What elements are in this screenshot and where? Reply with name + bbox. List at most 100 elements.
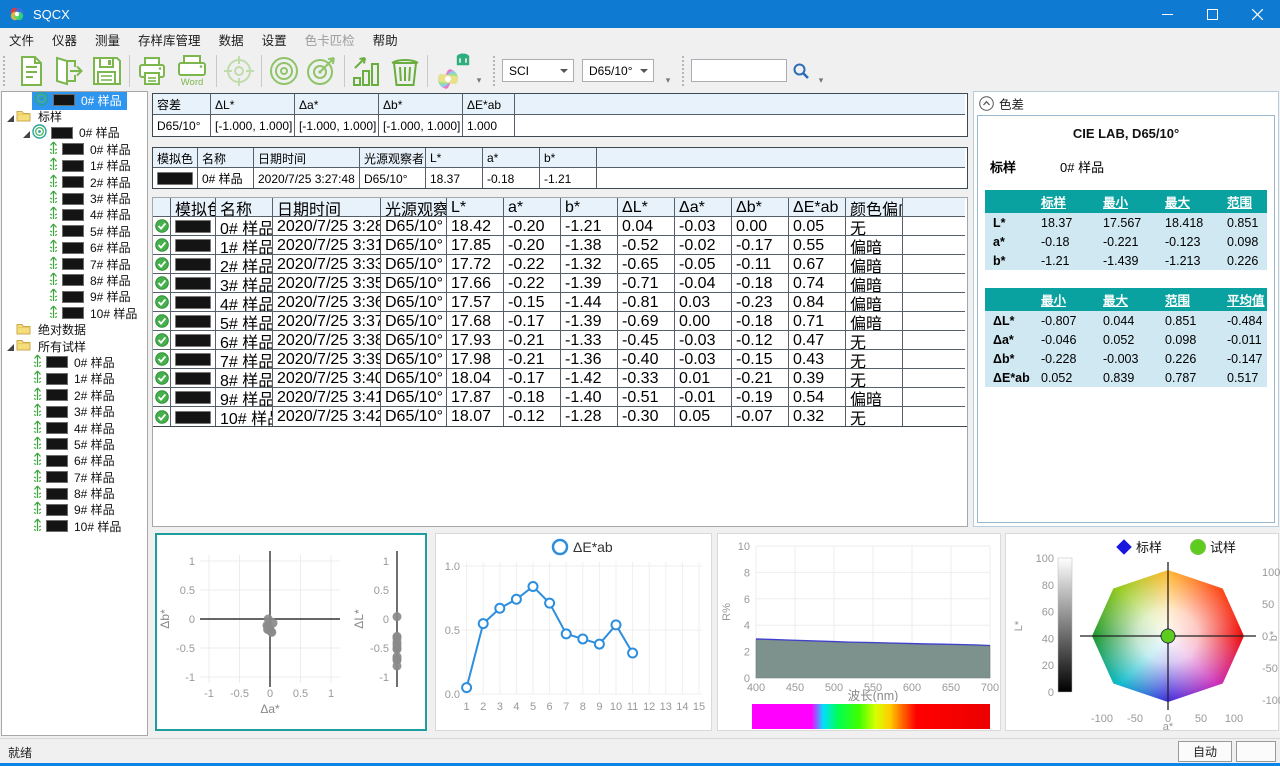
tree-item[interactable]: 所有试样 xyxy=(2,338,147,354)
tree-item[interactable]: 0# 样品 xyxy=(2,125,147,141)
tree-item[interactable]: 0# 样品 xyxy=(2,354,147,370)
tree-expander-icon[interactable] xyxy=(6,112,16,122)
tree-item[interactable]: 1# 样品 xyxy=(2,158,147,174)
sci-combo[interactable]: SCI xyxy=(502,59,574,82)
colorwheel-chart[interactable]: 标样试样100806040200L*-100-50050100a*100500-… xyxy=(1005,533,1279,731)
tree-item[interactable]: 9# 样品 xyxy=(2,289,147,305)
toolbar-overflow-icon[interactable]: ▾ xyxy=(815,52,827,90)
tree-item[interactable]: 2# 样品 xyxy=(2,387,147,403)
close-button[interactable] xyxy=(1235,0,1280,28)
arrow-icon xyxy=(32,370,44,387)
minimize-button[interactable] xyxy=(1145,0,1190,28)
export-button[interactable] xyxy=(50,52,88,90)
tree-item[interactable]: 0# 样品 xyxy=(2,92,147,108)
table-cell: -1.33 xyxy=(561,331,618,350)
illuminant-combo[interactable]: D65/10° xyxy=(582,59,654,82)
menu-item-帮助[interactable]: 帮助 xyxy=(364,28,407,51)
toolbar-grip[interactable] xyxy=(682,56,688,86)
column-header: 颜色偏向 xyxy=(846,198,903,217)
svg-text:Δb*: Δb* xyxy=(158,609,172,629)
tree-item[interactable]: 8# 样品 xyxy=(2,272,147,288)
auto-button[interactable]: 自动 xyxy=(1178,741,1232,762)
menu-item-测量[interactable]: 测量 xyxy=(86,28,129,51)
toolbar-grip[interactable] xyxy=(3,56,9,86)
menu-item-仪器[interactable]: 仪器 xyxy=(43,28,86,51)
tree-expander-icon[interactable] xyxy=(22,128,32,138)
tree-item[interactable]: 4# 样品 xyxy=(2,207,147,223)
svg-text:-1: -1 xyxy=(185,672,195,684)
bullseye-icon xyxy=(34,91,51,109)
search-button[interactable] xyxy=(787,52,815,90)
menu-item-数据[interactable]: 数据 xyxy=(210,28,253,51)
svg-text:-0.5: -0.5 xyxy=(176,643,195,655)
print-button[interactable] xyxy=(133,52,171,90)
tree-item[interactable]: 10# 样品 xyxy=(2,518,147,534)
table-cell: -0.40 xyxy=(618,350,675,369)
table-cell: -0.30 xyxy=(618,407,675,426)
print-word-button[interactable]: Word xyxy=(171,52,213,90)
tolerance-value: D65/10° xyxy=(153,115,211,136)
new-document-button[interactable] xyxy=(12,52,50,90)
stats-value: 0.839 xyxy=(1095,368,1157,387)
tree-item[interactable]: 0# 样品 xyxy=(2,141,147,157)
tree-item[interactable]: 3# 样品 xyxy=(2,403,147,419)
chart-button[interactable] xyxy=(348,52,386,90)
stats-value: -1.439 xyxy=(1095,251,1157,270)
spectral-chart[interactable]: 0246810400450500550600650700波长(nm)R% xyxy=(717,533,1001,731)
table-cell: -0.21 xyxy=(504,331,561,350)
stats-value: a* xyxy=(985,232,1033,251)
sample-swatch xyxy=(171,388,216,407)
sample-name: 0# 样品 xyxy=(216,217,273,236)
standard-table: 模拟色名称日期时间光源观察者L*a*b*0# 样品2020/7/25 3:27:… xyxy=(152,147,968,189)
tree-item[interactable]: 6# 样品 xyxy=(2,240,147,256)
tree-item[interactable]: 7# 样品 xyxy=(2,469,147,485)
tree-item[interactable]: 10# 样品 xyxy=(2,305,147,321)
tree-item[interactable]: 5# 样品 xyxy=(2,223,147,239)
svg-text:450: 450 xyxy=(786,682,804,694)
tree-item[interactable]: 8# 样品 xyxy=(2,485,147,501)
tree-item[interactable]: 3# 样品 xyxy=(2,190,147,206)
arrow-icon xyxy=(32,436,44,453)
statusbar: 就绪 自动 xyxy=(0,738,1280,763)
maximize-button[interactable] xyxy=(1190,0,1235,28)
deltae-trend-chart[interactable]: ΔE*ab1234567891011121314150.00.51.0 xyxy=(435,533,712,731)
toolbar-separator xyxy=(129,55,130,87)
arrow-icon xyxy=(32,387,44,404)
menu-item-设置[interactable]: 设置 xyxy=(253,28,296,51)
sample-illuminant: D65/10° xyxy=(381,255,447,274)
tree-item[interactable]: 1# 样品 xyxy=(2,371,147,387)
menu-item-存样库管理[interactable]: 存样库管理 xyxy=(129,28,210,51)
tree-item[interactable]: 绝对数据 xyxy=(2,321,147,337)
color-card-button[interactable] xyxy=(431,52,473,90)
svg-text:0: 0 xyxy=(267,688,273,700)
measure-target-button[interactable] xyxy=(303,52,341,90)
tree-item[interactable]: 4# 样品 xyxy=(2,420,147,436)
statusbar-blank-button[interactable] xyxy=(1236,741,1276,762)
table-cell: -1.44 xyxy=(561,293,618,312)
save-button[interactable] xyxy=(88,52,126,90)
search-input[interactable] xyxy=(691,59,787,82)
tree-item[interactable]: 5# 样品 xyxy=(2,436,147,452)
toolbar-overflow-icon[interactable]: ▾ xyxy=(662,52,674,90)
tree-item[interactable]: 2# 样品 xyxy=(2,174,147,190)
tree-item[interactable]: 6# 样品 xyxy=(2,453,147,469)
toolbar-overflow-icon[interactable]: ▾ xyxy=(473,52,485,90)
svg-text:14: 14 xyxy=(676,701,688,713)
collapse-chevron-icon[interactable] xyxy=(979,96,994,111)
tree-expander-icon xyxy=(22,95,32,105)
table-cell: -0.20 xyxy=(504,217,561,236)
toolbar-grip[interactable] xyxy=(493,56,499,86)
tree-item[interactable]: 7# 样品 xyxy=(2,256,147,272)
color-swatch xyxy=(62,176,84,188)
tree-expander-icon[interactable] xyxy=(6,341,16,351)
table-cell: 0.54 xyxy=(789,388,846,407)
ab-scatter-chart[interactable]: -1-1-0.5-0.5000.50.511Δa*Δb*-1-0.500.51Δ… xyxy=(155,533,427,731)
svg-text:650: 650 xyxy=(942,682,960,694)
tree-item[interactable]: 标样 xyxy=(2,108,147,124)
tree-item[interactable]: 9# 样品 xyxy=(2,502,147,518)
delete-button[interactable] xyxy=(386,52,424,90)
svg-text:0.5: 0.5 xyxy=(293,688,308,700)
tree-expander-icon xyxy=(22,357,32,367)
menu-item-文件[interactable]: 文件 xyxy=(0,28,43,51)
calibrate-button[interactable] xyxy=(265,52,303,90)
